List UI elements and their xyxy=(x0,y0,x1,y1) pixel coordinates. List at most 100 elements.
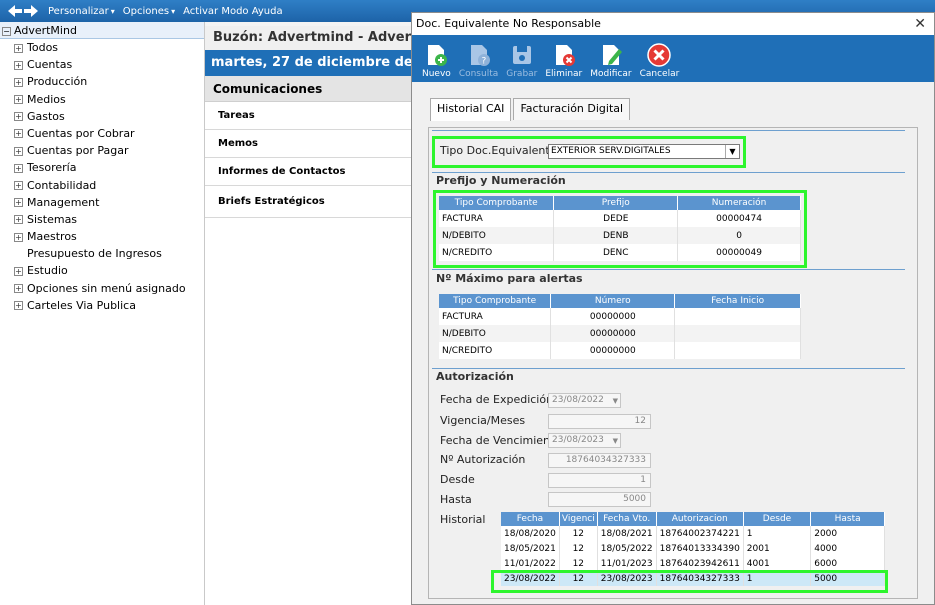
expand-icon[interactable]: + xyxy=(14,301,23,311)
fecha-venc-field[interactable]: 23/08/2023 ▼ xyxy=(548,433,621,448)
close-icon[interactable]: ✕ xyxy=(914,13,926,35)
col-hasta: Hasta xyxy=(810,512,885,526)
table-row[interactable]: 11/01/2022 12 11/01/2023 18764023942611 4001… xyxy=(501,556,885,571)
col-tipo: Tipo Comprobante xyxy=(439,196,555,210)
dropdown-arrow-icon[interactable]: ▼ xyxy=(613,435,618,448)
expand-icon[interactable]: + xyxy=(14,60,23,70)
tree-item[interactable]: + Sistemas xyxy=(0,211,204,228)
com-item-tareas[interactable]: Tareas xyxy=(205,102,415,130)
tree-item[interactable]: + Medios xyxy=(0,91,204,108)
expand-icon[interactable]: + xyxy=(14,232,23,242)
dialog-title: Doc. Equivalente No Responsable xyxy=(416,17,601,30)
back-arrow-icon[interactable] xyxy=(8,5,22,17)
table-row[interactable]: N/DEBITO 00000000 xyxy=(439,325,801,342)
tree-item[interactable]: + Cuentas por Cobrar xyxy=(0,125,204,142)
grabar-button[interactable]: Grabar xyxy=(506,43,537,79)
menu-activar-ayuda[interactable]: Activar Modo Ayuda xyxy=(183,6,282,17)
table-cell: 4000 xyxy=(810,541,885,556)
table-row[interactable]: N/CREDITO DENC 00000049 xyxy=(439,244,801,261)
tree-item[interactable]: + Carteles Via Publica xyxy=(0,297,204,314)
tree-item[interactable]: + Tesorería xyxy=(0,159,204,176)
nro-aut-field[interactable]: 18764034327333 xyxy=(548,453,651,468)
table-cell: 4001 xyxy=(743,556,812,571)
table-cell: N/DEBITO xyxy=(439,325,552,342)
tree-item[interactable]: + Cuentas xyxy=(0,56,204,73)
com-item-memos[interactable]: Memos xyxy=(205,130,415,158)
tree-item[interactable]: + Management xyxy=(0,194,204,211)
table-cell: DENC xyxy=(553,244,679,261)
desde-field[interactable]: 1 xyxy=(548,473,651,488)
expand-icon[interactable]: + xyxy=(14,198,23,208)
com-item-informes[interactable]: Informes de Contactos xyxy=(205,158,415,186)
table-row[interactable]: FACTURA DEDE 00000474 xyxy=(439,210,801,227)
modificar-button[interactable]: Modificar xyxy=(590,43,632,79)
table-row[interactable]: 18/08/2020 12 18/08/2021 18764002374221 1 200… xyxy=(501,526,885,541)
collapse-icon[interactable]: − xyxy=(2,26,11,36)
new-document-icon xyxy=(428,45,448,66)
expand-icon[interactable]: + xyxy=(14,77,23,87)
tree-item-label: Producción xyxy=(27,75,88,89)
tree-item-label: Sistemas xyxy=(27,212,78,226)
expand-icon[interactable]: + xyxy=(14,112,23,122)
table-row[interactable]: 23/08/2022 12 23/08/2023 18764034327333 1 500… xyxy=(501,571,885,586)
tab-facturacion-digital[interactable]: Facturación Digital xyxy=(513,98,631,120)
menu-opciones[interactable]: Opciones ▾ xyxy=(123,6,175,17)
table-row[interactable]: N/DEBITO DENB 0 xyxy=(439,227,801,244)
table-cell: N/CREDITO xyxy=(439,342,552,359)
section-divider xyxy=(432,172,905,173)
expand-icon[interactable]: + xyxy=(14,163,23,173)
vigencia-field[interactable]: 12 xyxy=(548,414,651,429)
table-cell: N/DEBITO xyxy=(439,227,555,244)
fecha-exp-field[interactable]: 23/08/2022 ▼ xyxy=(548,393,621,408)
hasta-field[interactable]: 5000 xyxy=(548,492,651,507)
expand-icon[interactable]: + xyxy=(14,95,23,105)
tree-item[interactable]: + Producción xyxy=(0,73,204,90)
tree-item[interactable]: + Cuentas por Pagar xyxy=(0,142,204,159)
tree-root[interactable]: − AdvertMind xyxy=(0,22,204,39)
table-row[interactable]: FACTURA 00000000 xyxy=(439,308,801,325)
col-numero: Número xyxy=(550,294,676,308)
tree-item[interactable]: + Maestros xyxy=(0,228,204,245)
col-fecha-vto: Fecha Vto. xyxy=(597,512,657,526)
tab-historial-cai[interactable]: Historial CAI xyxy=(430,98,512,121)
tree-item[interactable]: + Contabilidad xyxy=(0,177,204,194)
expand-icon[interactable]: + xyxy=(14,215,23,225)
tree-item[interactable]: Presupuesto de Ingresos xyxy=(0,245,204,262)
table-row[interactable]: 18/05/2021 12 18/05/2022 18764013334390 2001… xyxy=(501,541,885,556)
table-cell: N/CREDITO xyxy=(439,244,555,261)
dropdown-arrow-icon[interactable]: ▼ xyxy=(613,395,618,408)
forward-arrow-icon[interactable] xyxy=(24,5,38,17)
tree-item[interactable]: + Estudio xyxy=(0,262,204,279)
section-divider xyxy=(432,269,905,270)
expand-icon[interactable]: + xyxy=(14,181,23,190)
expand-icon[interactable]: + xyxy=(14,146,23,156)
dropdown-arrow-icon[interactable]: ▼ xyxy=(725,145,739,158)
expand-icon[interactable]: + xyxy=(14,266,23,276)
tree-item[interactable]: + Todos xyxy=(0,39,204,56)
expand-icon[interactable]: + xyxy=(14,129,23,139)
tree-item[interactable]: + Opciones sin menú asignado xyxy=(0,280,204,297)
section-divider xyxy=(432,368,905,369)
consulta-button[interactable]: ? Consulta xyxy=(459,43,498,79)
col-fecha-inicio: Fecha Inicio xyxy=(674,294,801,308)
tree-item-label: Todos xyxy=(27,41,59,54)
table-cell: 12 xyxy=(559,541,598,556)
cancelar-button[interactable]: Cancelar xyxy=(640,43,679,79)
col-autorizacion: Autorizacion xyxy=(656,512,744,526)
tree-item[interactable]: + Gastos xyxy=(0,108,204,125)
table-row[interactable]: N/CREDITO 00000000 xyxy=(439,342,801,359)
nuevo-button[interactable]: Nuevo xyxy=(422,43,451,79)
eliminar-button[interactable]: Eliminar xyxy=(545,43,582,79)
comunicaciones-header: Comunicaciones xyxy=(205,76,415,102)
historial-table: Fecha Vigenci Fecha Vto. Autorizacion De… xyxy=(501,512,885,586)
menu-personalizar[interactable]: Personalizar ▾ xyxy=(48,6,115,17)
tree-item-label: Presupuesto de Ingresos xyxy=(27,247,162,261)
dialog-toolbar: Nuevo ? Consulta Grabar Eliminar Modific… xyxy=(412,35,934,82)
tree-item-label: Contabilidad xyxy=(27,178,97,192)
tipo-doc-select[interactable]: EXTERIOR SERV.DIGITALES ▼ xyxy=(548,144,740,159)
table-cell: 0 xyxy=(677,227,801,244)
com-item-briefs[interactable]: Briefs Estratégicos xyxy=(205,186,415,218)
expand-icon[interactable]: + xyxy=(14,43,23,53)
table-cell: 18/08/2020 xyxy=(501,526,560,541)
expand-icon[interactable]: + xyxy=(14,284,23,294)
